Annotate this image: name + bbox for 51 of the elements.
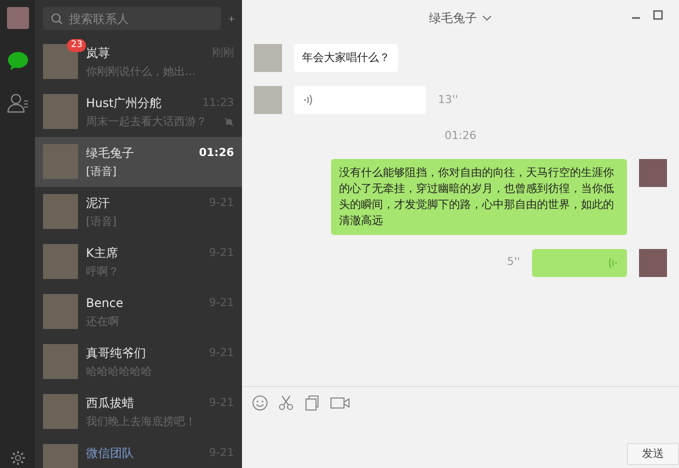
- message-bubble: 年会大家唱什么？: [294, 44, 398, 72]
- chat-icon[interactable]: [6, 51, 28, 71]
- scissors-icon[interactable]: [278, 395, 294, 411]
- sound-wave-icon: [304, 94, 313, 106]
- contacts-icon[interactable]: [6, 93, 28, 113]
- chevron-down-icon[interactable]: [482, 15, 492, 21]
- message-preview: [语音]: [86, 214, 117, 230]
- voice-duration: 5'': [506, 254, 520, 270]
- avatar-photo: [43, 94, 78, 129]
- avatar-photo: [43, 344, 78, 379]
- settings-icon[interactable]: [10, 450, 26, 466]
- avatar-photo: [43, 244, 78, 279]
- contact-name: 西瓜拔蜡: [86, 395, 134, 412]
- folder-icon[interactable]: [304, 395, 320, 411]
- avatar-photo: [43, 144, 78, 179]
- contact-name: 微信团队: [86, 445, 134, 462]
- maximize-icon[interactable]: [653, 10, 663, 20]
- message-preview: 还在啊: [86, 314, 119, 330]
- contact-name: 岚荨: [86, 45, 110, 62]
- contact-name: Hust广州分舵: [86, 95, 162, 112]
- message-preview: 周末一起去看大话西游？: [86, 114, 207, 130]
- avatar-photo: [43, 394, 78, 429]
- unread-count: 23: [67, 39, 86, 52]
- avatar-photo: [639, 158, 667, 186]
- smiley-icon[interactable]: [252, 395, 268, 411]
- message-preview: 哈哈哈哈哈哈: [86, 364, 152, 380]
- contact-name: Bence: [86, 295, 124, 312]
- message-bubble: 没有什么能够阻挡，你对自由的向往，天马行空的生涯你的心了无牵挂，穿过幽暗的岁月，也曾感到彷徨，当你低头的瞬间，才发觉脚下的路，心中那自由的世界，如此的清澈高远: [331, 158, 627, 234]
- contact-name: 泥汗: [86, 195, 110, 212]
- avatar-photo: [254, 86, 282, 114]
- search-field[interactable]: 搜索联系人: [43, 7, 221, 30]
- message-preview: 我们晚上去海底捞吧！: [86, 414, 196, 430]
- avatar-photo: [639, 248, 667, 276]
- contact-name: K主席: [86, 245, 118, 262]
- avatar-photo: [43, 294, 78, 329]
- message-preview: [语音]: [86, 164, 117, 180]
- profile-avatar[interactable]: [6, 7, 28, 29]
- voice-duration: 13'': [438, 92, 458, 108]
- chat-title[interactable]: 绿毛兔子: [429, 9, 477, 27]
- message-preview: 你刚刚说什么，她出...: [86, 64, 196, 80]
- time-label: 01:26: [444, 128, 476, 144]
- avatar-photo: [254, 44, 282, 72]
- chat-list-item[interactable]: 绿毛兔子 01:26 [语音]: [35, 137, 242, 187]
- message-time: 01:26: [198, 144, 234, 161]
- message-preview: 呼啊？: [86, 264, 119, 280]
- avatar-photo: [43, 194, 78, 229]
- sound-wave-icon: [608, 256, 617, 268]
- contact-name: 真哥纯爷们: [86, 345, 146, 362]
- contact-name: 绿毛兔子: [86, 145, 134, 162]
- send-button[interactable]: 发送: [627, 442, 679, 465]
- video-camera-icon[interactable]: [330, 395, 350, 411]
